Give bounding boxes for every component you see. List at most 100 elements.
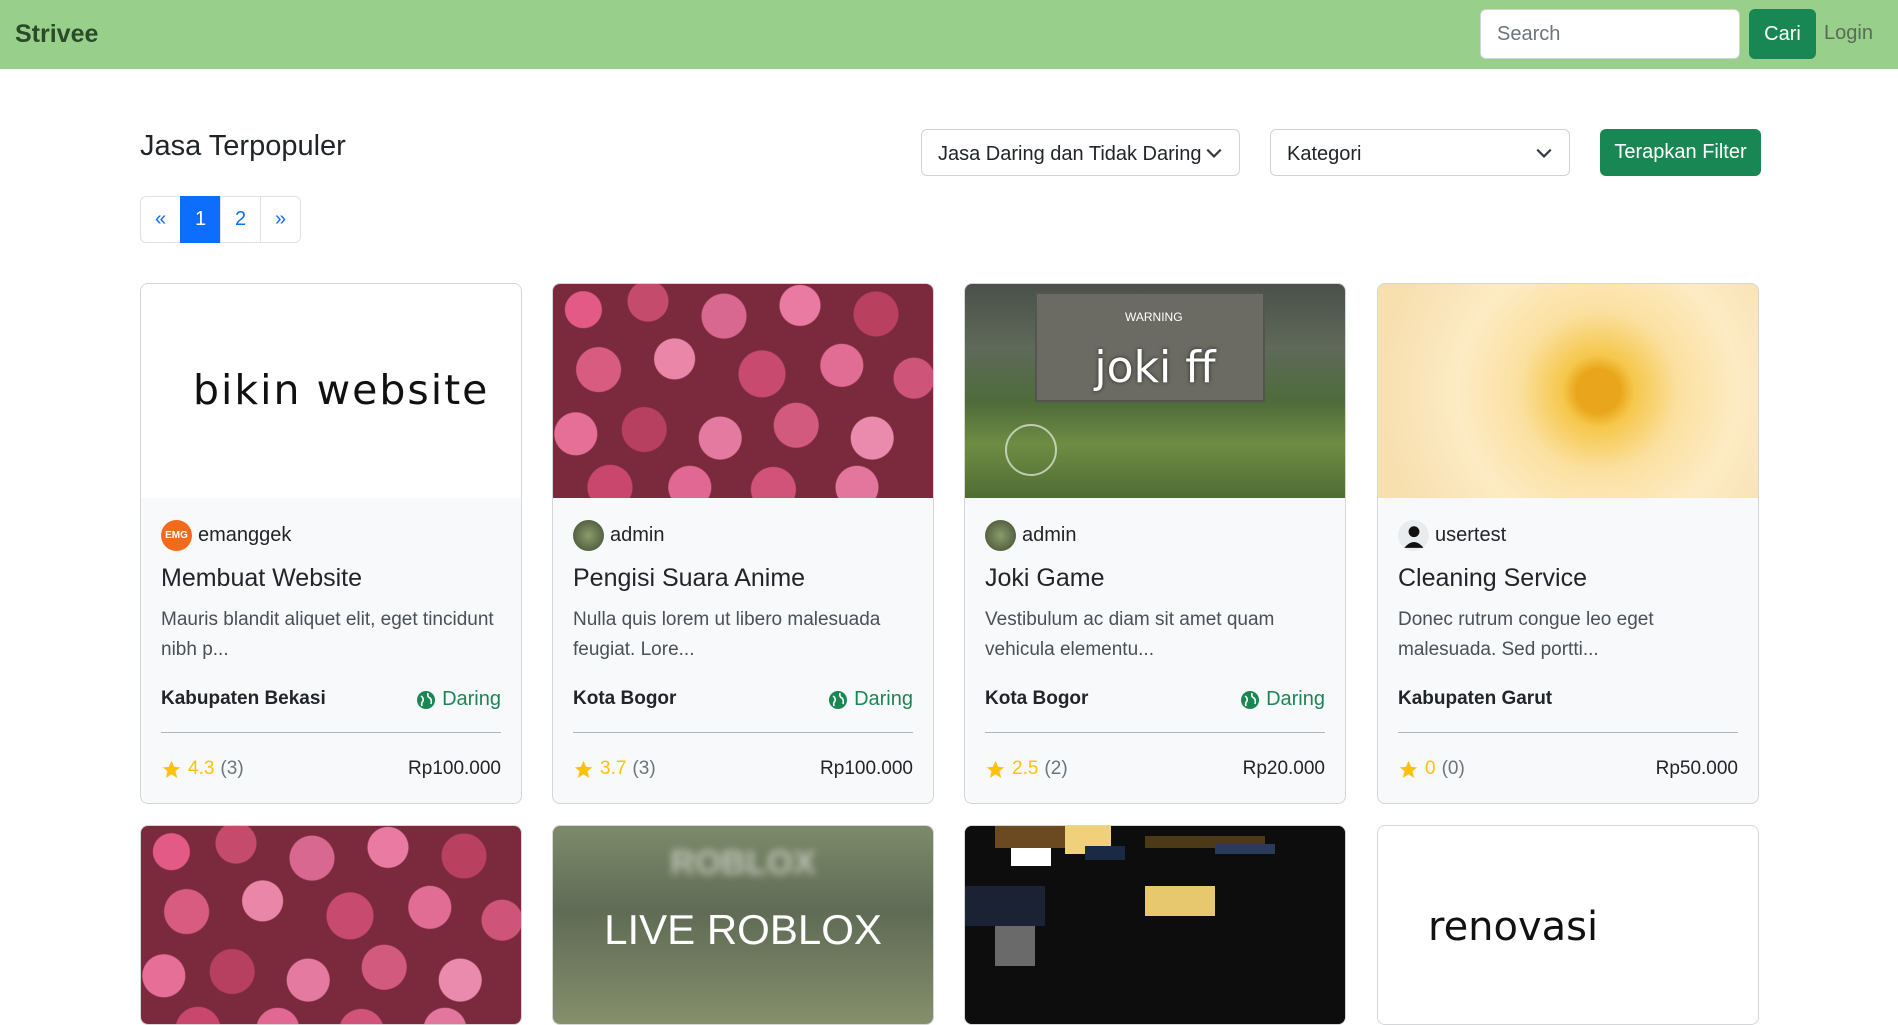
globe-icon: [1241, 690, 1260, 709]
author-name: admin: [1022, 524, 1077, 546]
service-description: Mauris blandit aliquet elit, eget tincid…: [161, 609, 494, 660]
service-card-image: [553, 284, 933, 498]
star-icon: [1399, 760, 1418, 778]
service-location: Kabupaten Bekasi: [161, 688, 326, 709]
category-filter-select[interactable]: Kategori: [1270, 129, 1570, 176]
chevron-down-icon: [1536, 148, 1552, 158]
service-card-image: [965, 826, 1345, 1024]
service-rating: 3.7 (3): [573, 758, 656, 780]
category-filter-value: Kategori: [1287, 143, 1362, 165]
divider: [985, 732, 1325, 733]
apply-filter-button[interactable]: Terapkan Filter: [1600, 129, 1761, 176]
service-image-caption: joki ff: [1094, 342, 1216, 393]
navbar: Strivee Cari Login: [0, 0, 1898, 69]
service-author[interactable]: admin: [573, 520, 664, 551]
service-card[interactable]: usertest Cleaning Service Donec rutrum c…: [1377, 283, 1759, 804]
game-warning-text: WARNING: [1125, 310, 1183, 324]
service-image-caption: renovasi: [1428, 904, 1599, 950]
service-card[interactable]: bikin website EMG emanggek Membuat Websi…: [140, 283, 522, 804]
service-mode-label: Daring: [854, 688, 913, 710]
service-card-image: [141, 826, 521, 1024]
service-mode: Daring: [1240, 688, 1325, 711]
service-location: Kabupaten Garut: [1398, 688, 1553, 709]
service-rating: 4.3 (3): [161, 758, 244, 780]
service-title[interactable]: Joki Game: [985, 564, 1104, 593]
service-author[interactable]: admin: [985, 520, 1076, 551]
rating-value: 4.3: [188, 758, 215, 779]
pagination: « 1 2 »: [140, 196, 301, 243]
service-card[interactable]: [140, 825, 522, 1025]
pagination-prev[interactable]: «: [140, 196, 181, 243]
star-icon: [986, 760, 1005, 778]
service-description: Vestibulum ac diam sit amet quam vehicul…: [985, 609, 1275, 660]
service-image-caption: bikin website: [193, 366, 490, 414]
login-link[interactable]: Login: [1824, 22, 1873, 45]
page-title: Jasa Terpopuler: [140, 130, 346, 162]
service-card[interactable]: [964, 825, 1346, 1025]
pagination-page-1[interactable]: 1: [180, 196, 221, 243]
user-icon: [1403, 525, 1424, 548]
mode-filter-select[interactable]: Jasa Daring dan Tidak Daring: [921, 129, 1240, 176]
service-title[interactable]: Pengisi Suara Anime: [573, 564, 805, 593]
service-card[interactable]: WARNING joki ff admin Joki Game Vestibul…: [964, 283, 1346, 804]
avatar: EMG: [161, 520, 192, 551]
service-rating: 0 (0): [1398, 758, 1465, 780]
service-mode-label: Daring: [442, 688, 501, 710]
service-location: Kota Bogor: [985, 688, 1089, 709]
service-title[interactable]: Cleaning Service: [1398, 564, 1587, 593]
pagination-next[interactable]: »: [260, 196, 301, 243]
mode-filter-value: Jasa Daring dan Tidak Daring: [938, 143, 1202, 165]
service-card-image: renovasi: [1378, 826, 1758, 1024]
divider: [161, 732, 501, 733]
service-price: Rp50.000: [1655, 758, 1738, 779]
service-rating: 2.5 (2): [985, 758, 1068, 780]
globe-icon: [829, 690, 848, 709]
service-card-image: WARNING joki ff: [965, 284, 1345, 498]
avatar: [1398, 520, 1429, 551]
service-card-image: ROBLOX LIVE ROBLOX: [553, 826, 933, 1024]
service-price: Rp100.000: [408, 758, 501, 779]
service-card-image: [1378, 284, 1758, 498]
author-name: usertest: [1435, 524, 1507, 546]
service-image-caption: LIVE ROBLOX: [604, 906, 882, 953]
pagination-page-2[interactable]: 2: [220, 196, 261, 243]
service-author[interactable]: usertest: [1398, 520, 1506, 551]
pixel-art-image: [965, 826, 1345, 1024]
star-icon: [574, 760, 593, 778]
review-count: (3): [632, 758, 656, 779]
service-title[interactable]: Membuat Website: [161, 564, 362, 593]
avatar: [985, 520, 1016, 551]
chevron-down-icon: [1206, 148, 1222, 158]
game-joystick: [1005, 424, 1057, 476]
avatar: [573, 520, 604, 551]
search-button[interactable]: Cari: [1749, 9, 1816, 59]
review-count: (3): [220, 758, 244, 779]
divider: [1398, 732, 1738, 733]
divider: [573, 732, 913, 733]
service-card[interactable]: renovasi: [1377, 825, 1759, 1025]
rating-value: 0: [1425, 758, 1436, 779]
service-description: Donec rutrum congue leo eget malesuada. …: [1398, 609, 1654, 660]
globe-icon: [417, 690, 436, 709]
service-description: Nulla quis lorem ut libero malesuada feu…: [573, 609, 881, 660]
service-card[interactable]: ROBLOX LIVE ROBLOX: [552, 825, 934, 1025]
brand-logo[interactable]: Strivee: [15, 20, 98, 49]
rating-value: 2.5: [1012, 758, 1039, 779]
rating-value: 3.7: [600, 758, 627, 779]
author-name: admin: [610, 524, 665, 546]
star-icon: [162, 760, 181, 778]
service-image-subcaption: ROBLOX: [670, 844, 816, 882]
service-price: Rp100.000: [820, 758, 913, 779]
service-mode: Daring: [416, 688, 501, 711]
service-card[interactable]: admin Pengisi Suara Anime Nulla quis lor…: [552, 283, 934, 804]
search-input[interactable]: [1480, 9, 1740, 59]
author-name: emanggek: [198, 524, 292, 546]
service-author[interactable]: EMG emanggek: [161, 520, 291, 551]
review-count: (2): [1044, 758, 1068, 779]
review-count: (0): [1441, 758, 1465, 779]
service-card-image: bikin website: [141, 284, 521, 498]
service-mode: Daring: [828, 688, 913, 711]
service-mode-label: Daring: [1266, 688, 1325, 710]
service-location: Kota Bogor: [573, 688, 677, 709]
service-price: Rp20.000: [1242, 758, 1325, 779]
